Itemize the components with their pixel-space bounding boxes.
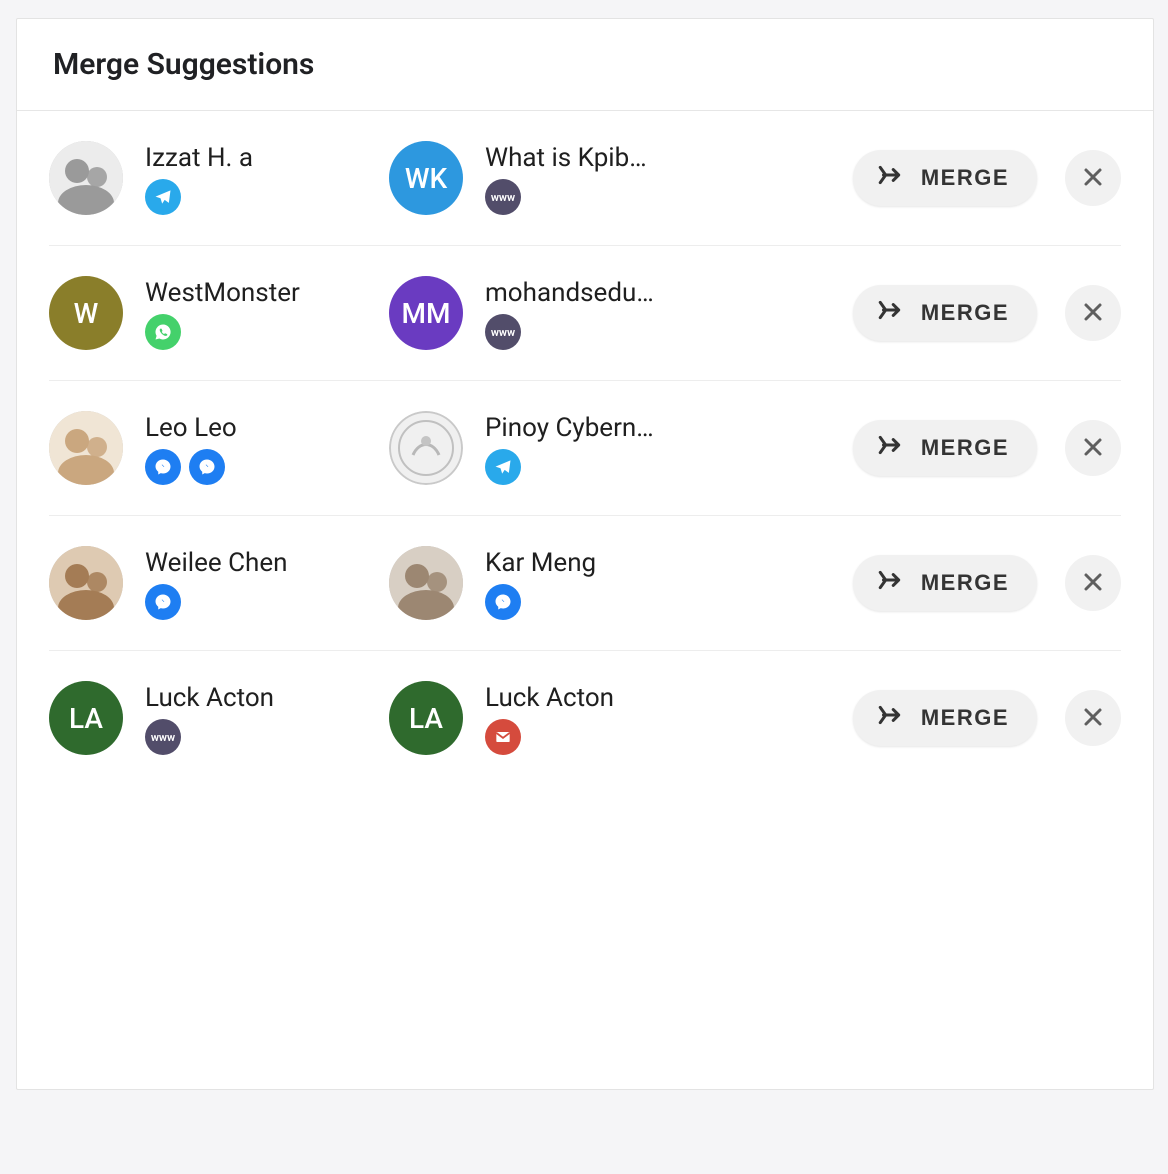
dismiss-button[interactable] [1065, 420, 1121, 476]
messenger-icon [145, 584, 181, 620]
contact-left[interactable]: LA Luck Acton www [49, 681, 389, 755]
merge-button[interactable]: MERGE [853, 150, 1037, 206]
messenger-icon [485, 584, 521, 620]
dismiss-button[interactable] [1065, 555, 1121, 611]
close-icon [1081, 165, 1105, 192]
contact-right[interactable]: Kar Meng [389, 546, 657, 620]
merge-button[interactable]: MERGE [853, 555, 1037, 611]
suggestion-row: LA Luck Acton www LA Luck Acton MERGE [49, 651, 1121, 785]
telegram-icon [485, 449, 521, 485]
suggestion-row: Leo Leo Pinoy Cybernet MERGE [49, 381, 1121, 516]
telegram-icon [145, 179, 181, 215]
merge-button-label: MERGE [921, 570, 1009, 596]
suggestion-row: Izzat H. a WK What is Kpibsc.c… www MERGE [49, 111, 1121, 246]
avatar: LA [389, 681, 463, 755]
close-icon [1081, 300, 1105, 327]
contact-name: WestMonster [145, 278, 300, 308]
www-icon: www [485, 314, 521, 350]
avatar: W [49, 276, 123, 350]
contact-name: Leo Leo [145, 413, 237, 443]
contact-right[interactable]: MM mohandsedu11 … www [389, 276, 657, 350]
contact-name: mohandsedu11 … [485, 278, 657, 308]
avatar: WK [389, 141, 463, 215]
avatar: LA [49, 681, 123, 755]
contact-right[interactable]: WK What is Kpibsc.c… www [389, 141, 657, 215]
card-title: Merge Suggestions [17, 19, 1153, 111]
contact-right[interactable]: LA Luck Acton [389, 681, 657, 755]
merge-button-label: MERGE [921, 165, 1009, 191]
gmail-icon [485, 719, 521, 755]
contact-name: Kar Meng [485, 548, 596, 578]
avatar [389, 546, 463, 620]
contact-name: Izzat H. a [145, 143, 253, 173]
messenger-icon [189, 449, 225, 485]
merge-arrow-icon [877, 297, 903, 329]
avatar [49, 546, 123, 620]
avatar [49, 141, 123, 215]
close-icon [1081, 705, 1105, 732]
merge-button-label: MERGE [921, 300, 1009, 326]
merge-arrow-icon [877, 567, 903, 599]
dismiss-button[interactable] [1065, 150, 1121, 206]
contact-left[interactable]: Leo Leo [49, 411, 389, 485]
avatar [389, 411, 463, 485]
contact-name: Luck Acton [145, 683, 274, 713]
merge-suggestions-card: Merge Suggestions Izzat H. a WK What is Kp… [16, 18, 1154, 1090]
contact-name: What is Kpibsc.c… [485, 143, 657, 173]
merge-button-label: MERGE [921, 705, 1009, 731]
dismiss-button[interactable] [1065, 690, 1121, 746]
merge-button[interactable]: MERGE [853, 420, 1037, 476]
close-icon [1081, 435, 1105, 462]
contact-name: Pinoy Cybernet [485, 413, 657, 443]
contact-right[interactable]: Pinoy Cybernet [389, 411, 657, 485]
www-icon: www [485, 179, 521, 215]
close-icon [1081, 570, 1105, 597]
merge-button[interactable]: MERGE [853, 690, 1037, 746]
contact-name: Luck Acton [485, 683, 614, 713]
contact-left[interactable]: Weilee Chen [49, 546, 389, 620]
merge-arrow-icon [877, 432, 903, 464]
contact-left[interactable]: W WestMonster [49, 276, 389, 350]
merge-arrow-icon [877, 162, 903, 194]
suggestion-row: W WestMonster MM mohandsedu11 … www MERGE [49, 246, 1121, 381]
avatar [49, 411, 123, 485]
merge-button[interactable]: MERGE [853, 285, 1037, 341]
merge-arrow-icon [877, 702, 903, 734]
contact-name: Weilee Chen [145, 548, 288, 578]
suggestion-list: Izzat H. a WK What is Kpibsc.c… www MERGE W We… [17, 111, 1153, 785]
suggestion-row: Weilee Chen Kar Meng MERGE [49, 516, 1121, 651]
merge-button-label: MERGE [921, 435, 1009, 461]
messenger-icon [145, 449, 181, 485]
avatar: MM [389, 276, 463, 350]
www-icon: www [145, 719, 181, 755]
whatsapp-icon [145, 314, 181, 350]
contact-left[interactable]: Izzat H. a [49, 141, 389, 215]
dismiss-button[interactable] [1065, 285, 1121, 341]
